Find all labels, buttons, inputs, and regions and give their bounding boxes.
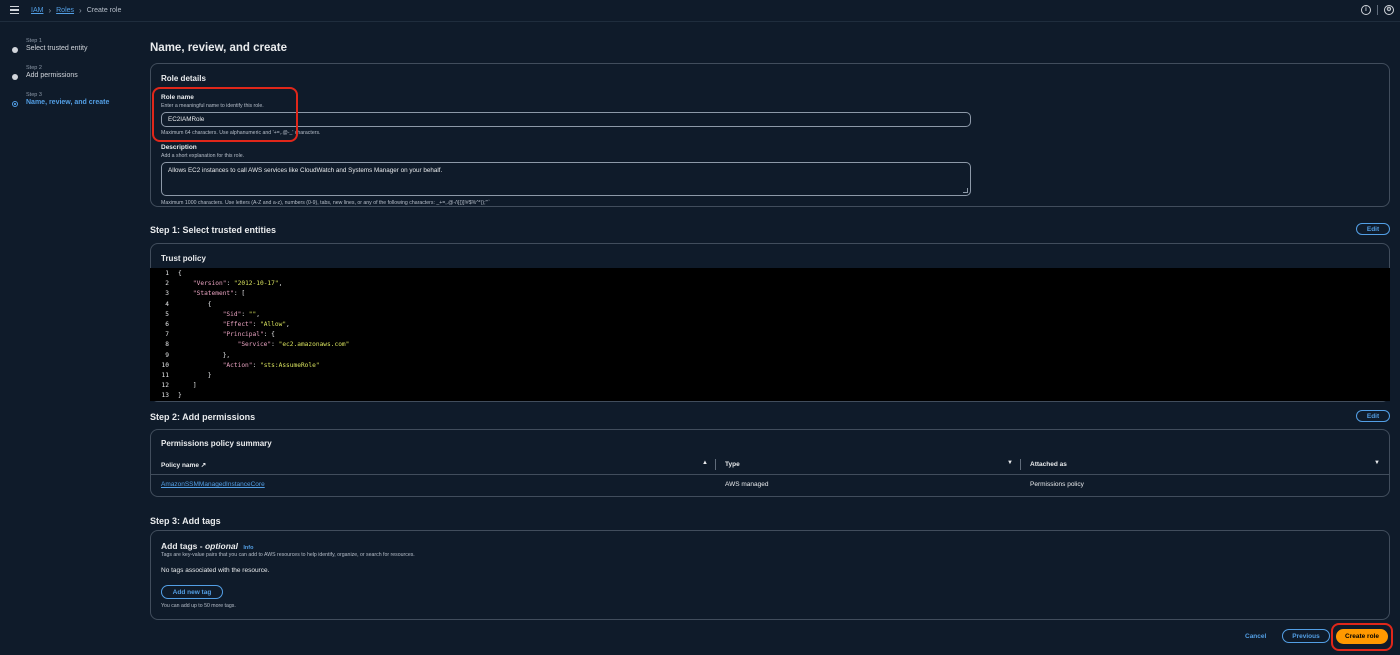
line-numbers: 1 2 3 4 5 6 7 8 9 10 11 12 13: [150, 268, 175, 402]
resize-handle-icon[interactable]: [963, 188, 968, 193]
step2-edit-button[interactable]: Edit: [1356, 410, 1390, 422]
tags-panel: Add tags - optional Info Tags are key-va…: [150, 530, 1390, 620]
info-link[interactable]: Info: [243, 545, 253, 551]
breadcrumb: IAM › Roles › Create role: [31, 6, 121, 15]
line-number: 10: [161, 361, 169, 369]
role-details-panel: Role details Role name Enter a meaningfu…: [150, 63, 1390, 207]
tags-description: Tags are key-value pairs that you can ad…: [161, 552, 415, 558]
hamburger-menu-icon[interactable]: [10, 6, 19, 15]
line-number: 6: [165, 321, 169, 329]
wizard-step-1[interactable]: Step 1 Select trusted entity: [12, 38, 132, 65]
gear-icon[interactable]: ⚙: [1384, 5, 1394, 15]
previous-button[interactable]: Previous: [1282, 629, 1330, 643]
line-number: 2: [165, 280, 169, 288]
step1-title: Step 1: Select trusted entities: [150, 225, 277, 235]
breadcrumb-iam[interactable]: IAM: [31, 7, 43, 14]
tags-limit-hint: You can add up to 50 more tags.: [161, 603, 236, 609]
step-active-dot-icon: [12, 101, 18, 107]
line-number: 8: [165, 341, 169, 349]
line-number: 9: [165, 351, 169, 359]
panel-header: Permissions policy summary: [161, 439, 272, 448]
tags-panel-header: Add tags - optional Info: [161, 541, 253, 551]
step-number: Step 1: [26, 38, 42, 44]
wizard-step-3: Step 3 Name, review, and create: [12, 92, 132, 119]
line-number: 1: [165, 270, 169, 277]
line-number: 12: [161, 382, 169, 390]
step1-edit-button[interactable]: Edit: [1356, 223, 1390, 235]
line-number: 7: [165, 331, 169, 339]
trust-policy-code-editor[interactable]: 1 2 3 4 5 6 7 8 9 10 11 12 13 { "Version…: [150, 268, 1390, 401]
empty-tags-message: No tags associated with the resource.: [161, 567, 270, 574]
add-new-tag-button[interactable]: Add new tag: [161, 585, 223, 599]
description-description: Add a short explanation for this role.: [161, 153, 245, 159]
line-number: 3: [165, 290, 169, 298]
panel-header: Trust policy: [161, 254, 206, 263]
sort-ascending-icon[interactable]: ▲: [702, 460, 708, 466]
panel-header: Role details: [161, 74, 206, 83]
line-number: 13: [161, 392, 169, 400]
wizard-step-2[interactable]: Step 2 Add permissions: [12, 65, 132, 92]
external-link-icon: ↗: [200, 462, 207, 469]
step-label: Name, review, and create: [26, 99, 110, 106]
line-number: 4: [165, 300, 169, 308]
column-label: Policy name: [161, 462, 199, 469]
breadcrumb-current: Create role: [86, 7, 122, 14]
table-cell-policy: AmazonSSMManagedInstanceCore: [161, 481, 265, 488]
step2-title: Step 2: Add permissions: [150, 412, 256, 422]
column-divider[interactable]: [715, 459, 716, 470]
column-type[interactable]: Type: [725, 461, 740, 468]
step-dot-icon: [12, 74, 18, 80]
column-attached-as[interactable]: Attached as: [1030, 461, 1067, 468]
table-cell-attached: Permissions policy: [1030, 481, 1084, 488]
wizard-steps: Step 1 Select trusted entity Step 2 Add …: [12, 38, 132, 119]
description-textarea[interactable]: Allows EC2 instances to call AWS service…: [161, 162, 971, 196]
page-title: Name, review, and create: [150, 42, 288, 54]
step-label: Select trusted entity: [26, 45, 88, 52]
line-number: 5: [165, 310, 169, 318]
highlight-annotation: [1331, 623, 1393, 651]
step-number: Step 2: [26, 65, 42, 71]
description-hint: Maximum 1000 characters. Use letters (A-…: [161, 200, 491, 206]
column-policy-name[interactable]: Policy name ↗: [161, 461, 206, 469]
highlight-annotation: [152, 87, 298, 142]
table-cell-type: AWS managed: [725, 481, 769, 488]
breadcrumb-roles[interactable]: Roles: [56, 7, 74, 14]
column-divider[interactable]: [1020, 459, 1021, 470]
sort-caret-icon[interactable]: ▼: [1007, 460, 1013, 466]
code-content: { "Version": "2012-10-17", "Statement": …: [178, 270, 350, 400]
cancel-button[interactable]: Cancel: [1245, 633, 1266, 640]
step-label: Add permissions: [26, 72, 78, 79]
top-navigation-bar: IAM › Roles › Create role i ⚙: [0, 0, 1400, 22]
line-number: 11: [161, 372, 169, 380]
step-dot-icon: [12, 47, 18, 53]
chevron-right-icon: ›: [48, 6, 52, 15]
step-number: Step 3: [26, 92, 42, 98]
chevron-right-icon: ›: [79, 6, 82, 15]
description-label: Description: [161, 144, 197, 151]
policy-link[interactable]: AmazonSSMManagedInstanceCore: [161, 481, 265, 488]
divider: [1377, 5, 1378, 15]
step3-title: Step 3: Add tags: [150, 516, 221, 526]
tags-title: Add tags -: [161, 541, 203, 551]
permissions-table-header: Policy name ↗ ▲ Type ▼ Attached as ▼: [150, 455, 1390, 475]
sort-caret-icon[interactable]: ▼: [1374, 460, 1380, 466]
info-circle-icon[interactable]: i: [1361, 5, 1371, 15]
description-value: Allows EC2 instances to call AWS service…: [168, 167, 443, 174]
optional-label: optional: [204, 541, 238, 551]
